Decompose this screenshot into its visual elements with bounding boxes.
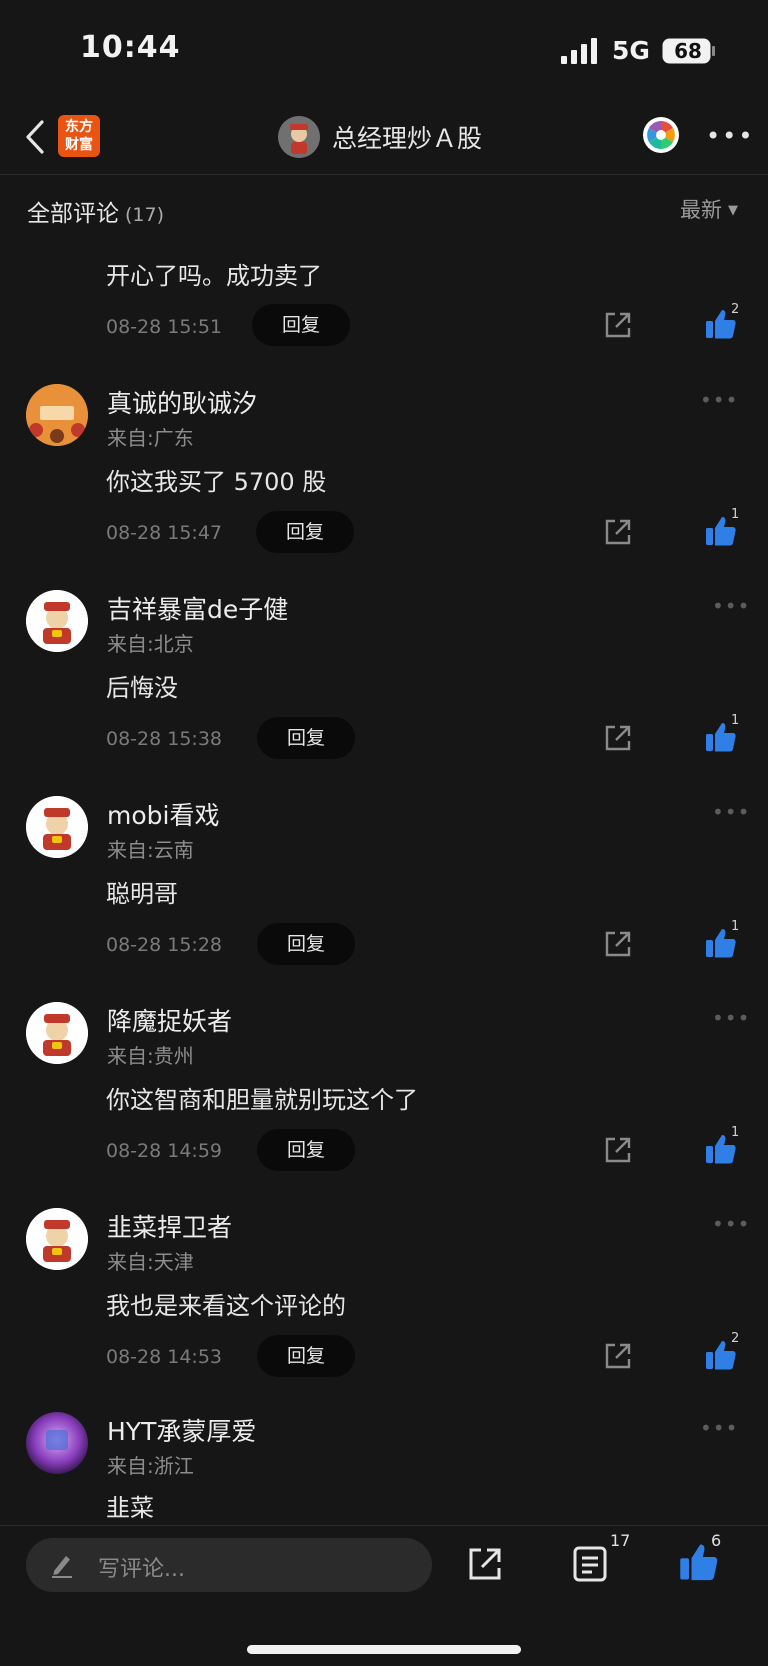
more-icon[interactable]: ••• <box>700 1416 738 1440</box>
comment-list-icon[interactable] <box>573 1546 607 1582</box>
comment-time: 08-28 15:47 <box>106 522 223 544</box>
comments-header: 全部评论 (17) 最新 ▼ <box>0 180 768 236</box>
battery-level: 68 <box>674 39 702 63</box>
back-arrow-icon[interactable] <box>22 118 52 156</box>
username[interactable]: mobi看戏 <box>107 796 219 832</box>
bottom-action-bar: 写评论... 17 6 <box>0 1525 768 1666</box>
comment-item: 韭菜捍卫者 来自:天津 ••• 我也是来看这个评论的 08-28 14:53 回… <box>0 1198 768 1388</box>
like-count-badge: 6 <box>711 1531 722 1550</box>
comment-item: mobi看戏 来自:云南 ••• 聪明哥 08-28 15:28 回复 1 <box>0 786 768 976</box>
user-location: 来自:云南 <box>107 838 194 862</box>
sort-dropdown[interactable]: 最新 ▼ <box>680 194 738 224</box>
user-avatar[interactable] <box>26 1412 88 1474</box>
reply-button[interactable]: 回复 <box>257 1335 355 1377</box>
comment-text: 我也是来看这个评论的 <box>106 1292 346 1320</box>
comment-time: 08-28 14:53 <box>106 1346 223 1368</box>
share-icon[interactable] <box>603 929 633 959</box>
comments-title: 全部评论 <box>27 201 119 227</box>
reply-button[interactable]: 回复 <box>252 304 350 346</box>
comment-count-badge: 17 <box>610 1531 631 1550</box>
status-bar: 10:44 5G 68 <box>0 0 768 100</box>
username[interactable]: 韭菜捍卫者 <box>107 1208 232 1244</box>
reply-button[interactable]: 回复 <box>256 511 354 553</box>
comment-item: 开心了吗。成功卖了 08-28 15:51 回复 2 <box>0 236 768 356</box>
comment-placeholder: 写评论... <box>98 1557 185 1582</box>
like-count: 1 <box>731 507 740 522</box>
user-avatar[interactable] <box>26 1208 88 1270</box>
comment-input[interactable]: 写评论... <box>26 1538 432 1592</box>
comments-count: (17) <box>125 204 165 226</box>
signal-icon <box>561 38 597 64</box>
more-icon[interactable]: ••• <box>712 1212 750 1236</box>
username[interactable]: 吉祥暴富de子健 <box>107 590 288 626</box>
comment-text: 你这智商和胆量就别玩这个了 <box>106 1086 418 1114</box>
username[interactable]: 降魔捉妖者 <box>107 1002 232 1038</box>
more-icon[interactable]: ••• <box>712 594 750 618</box>
reply-button[interactable]: 回复 <box>257 717 355 759</box>
comment-text: 聪明哥 <box>106 880 178 908</box>
like-count: 1 <box>731 713 740 728</box>
like-count: 1 <box>731 919 740 934</box>
share-icon[interactable] <box>603 310 633 340</box>
caret-down-icon: ▼ <box>728 203 738 218</box>
user-avatar[interactable] <box>26 1002 88 1064</box>
user-location: 来自:北京 <box>107 632 194 656</box>
share-icon[interactable] <box>603 1135 633 1165</box>
share-icon[interactable] <box>603 723 633 753</box>
author-avatar[interactable] <box>278 116 320 158</box>
reply-button[interactable]: 回复 <box>257 923 355 965</box>
username[interactable]: HYT承蒙厚爱 <box>107 1412 256 1448</box>
comment-item: 降魔捉妖者 来自:贵州 ••• 你这智商和胆量就别玩这个了 08-28 14:5… <box>0 992 768 1182</box>
comment-item: HYT承蒙厚爱 来自:浙江 ••• 韭菜 <box>0 1404 768 1524</box>
share-icon[interactable] <box>467 1546 503 1582</box>
top-navbar: 东方 财富 总经理炒Ａ股 ••• <box>0 100 768 175</box>
comment-text: 韭菜 <box>106 1494 154 1522</box>
home-indicator[interactable] <box>247 1645 521 1654</box>
author-header[interactable]: 总经理炒Ａ股 <box>278 114 482 160</box>
user-location: 来自:贵州 <box>107 1044 194 1068</box>
user-avatar[interactable] <box>26 590 88 652</box>
user-location: 来自:浙江 <box>107 1454 194 1478</box>
comment-time: 08-28 15:51 <box>106 316 223 338</box>
like-count: 1 <box>731 1125 740 1140</box>
user-location: 来自:天津 <box>107 1250 194 1274</box>
comment-time: 08-28 15:28 <box>106 934 223 956</box>
comment-text: 你这我买了 5700 股 <box>106 468 327 496</box>
username[interactable]: 真诚的耿诚汐 <box>107 384 257 420</box>
user-avatar[interactable] <box>26 796 88 858</box>
sort-label: 最新 <box>680 198 722 222</box>
comment-item: 真诚的耿诚汐 来自:广东 ••• 你这我买了 5700 股 08-28 15:4… <box>0 374 768 564</box>
status-time: 10:44 <box>80 30 181 65</box>
comment-text: 开心了吗。成功卖了 <box>106 262 322 290</box>
page-title: 总经理炒Ａ股 <box>332 124 483 153</box>
comment-item: 吉祥暴富de子健 来自:北京 ••• 后悔没 08-28 15:38 回复 1 <box>0 580 768 770</box>
user-avatar[interactable] <box>26 384 88 446</box>
camera-aperture-icon[interactable] <box>642 116 680 154</box>
share-icon[interactable] <box>603 517 633 547</box>
comment-time: 08-28 15:38 <box>106 728 223 750</box>
user-location: 来自:广东 <box>107 426 194 450</box>
more-icon[interactable]: ••• <box>712 800 750 824</box>
comment-text: 后悔没 <box>106 674 178 702</box>
reply-button[interactable]: 回复 <box>257 1129 355 1171</box>
pen-icon <box>52 1556 72 1578</box>
more-options-icon[interactable]: ••• <box>706 122 754 150</box>
like-count: 2 <box>731 302 740 317</box>
like-count: 2 <box>731 1331 740 1346</box>
comment-time: 08-28 14:59 <box>106 1140 223 1162</box>
more-icon[interactable]: ••• <box>700 388 738 412</box>
eastmoney-logo[interactable]: 东方 财富 <box>58 115 100 157</box>
network-type: 5G <box>612 36 650 65</box>
more-icon[interactable]: ••• <box>712 1006 750 1030</box>
share-icon[interactable] <box>603 1341 633 1371</box>
